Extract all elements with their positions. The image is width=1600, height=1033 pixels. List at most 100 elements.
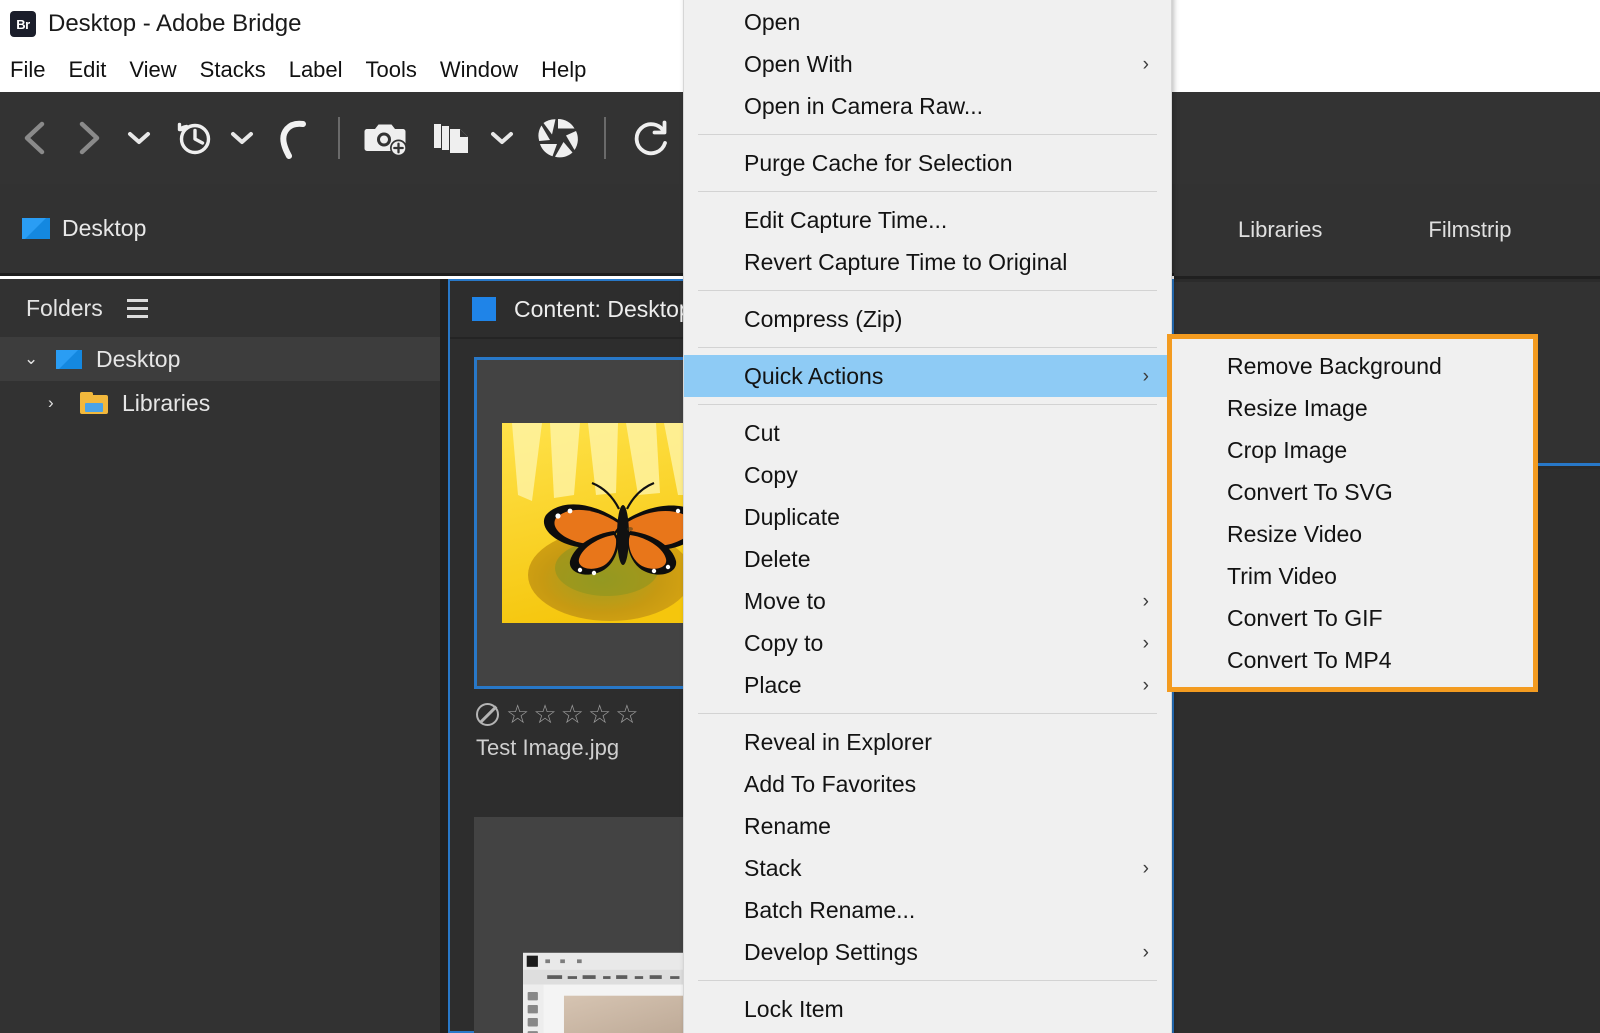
chevron-right-icon[interactable]: › bbox=[48, 393, 72, 413]
menu-separator bbox=[698, 980, 1157, 981]
chevron-down-icon[interactable]: ⌄ bbox=[24, 349, 48, 369]
menu-item-copy[interactable]: Copy bbox=[684, 454, 1171, 496]
desktop-icon bbox=[22, 218, 50, 239]
menu-item-label: Reveal in Explorer bbox=[744, 728, 932, 755]
folder-tree-item-libraries[interactable]: › Libraries bbox=[0, 381, 440, 425]
folders-panel-header: Folders bbox=[0, 279, 440, 337]
menu-item-reveal-in-explorer[interactable]: Reveal in Explorer bbox=[684, 721, 1171, 763]
submenu-item-convert-to-mp4[interactable]: Convert To MP4 bbox=[1172, 639, 1533, 681]
menu-item-open-in-camera-raw[interactable]: Open in Camera Raw... bbox=[684, 85, 1171, 127]
menu-item-label: Move to bbox=[744, 587, 826, 614]
menu-item-add-to-favorites[interactable]: Add To Favorites bbox=[684, 763, 1171, 805]
context-menu: Open Open With › Open in Camera Raw... P… bbox=[683, 0, 1172, 1033]
menu-item-edit-capture-time[interactable]: Edit Capture Time... bbox=[684, 199, 1171, 241]
hamburger-menu-icon[interactable] bbox=[126, 298, 148, 318]
adobe-bridge-logo-icon: Br bbox=[10, 11, 36, 37]
tab-filmstrip[interactable]: Filmstrip bbox=[1418, 217, 1521, 243]
refine-aperture-icon[interactable] bbox=[528, 92, 588, 184]
menu-item-duplicate[interactable]: Duplicate bbox=[684, 496, 1171, 538]
submenu-item-convert-to-svg[interactable]: Convert To SVG bbox=[1172, 471, 1533, 513]
breadcrumb-desktop[interactable]: Desktop bbox=[62, 215, 146, 242]
menu-item-develop-settings[interactable]: Develop Settings › bbox=[684, 931, 1171, 973]
menu-separator bbox=[698, 404, 1157, 405]
menu-item-quick-actions[interactable]: Quick Actions › bbox=[684, 355, 1171, 397]
open-in-photoshop-icon[interactable] bbox=[424, 92, 480, 184]
submenu-item-trim-video[interactable]: Trim Video bbox=[1172, 555, 1533, 597]
menu-item-label: Develop Settings bbox=[744, 938, 918, 965]
menu-item-label: Purge Cache for Selection bbox=[744, 149, 1013, 176]
recent-history-clock-icon[interactable] bbox=[168, 92, 220, 184]
menu-item-open[interactable]: Open bbox=[684, 1, 1171, 43]
folder-tree-item-desktop[interactable]: ⌄ Desktop bbox=[0, 337, 440, 381]
star-icon[interactable]: ☆ bbox=[588, 701, 611, 727]
menu-item-copy-to[interactable]: Copy to › bbox=[684, 622, 1171, 664]
menubar-item-stacks[interactable]: Stacks bbox=[200, 55, 279, 85]
menu-item-label: Place bbox=[744, 671, 802, 698]
quick-actions-submenu: Remove Background Resize Image Crop Imag… bbox=[1167, 334, 1538, 692]
menu-item-move-to[interactable]: Move to › bbox=[684, 580, 1171, 622]
star-icon[interactable]: ☆ bbox=[506, 701, 529, 727]
menu-item-label: Open With bbox=[744, 50, 853, 77]
menubar-item-help[interactable]: Help bbox=[541, 55, 599, 85]
menu-item-place[interactable]: Place › bbox=[684, 664, 1171, 706]
menu-item-open-with[interactable]: Open With › bbox=[684, 43, 1171, 85]
menubar-item-tools[interactable]: Tools bbox=[366, 55, 430, 85]
submenu-item-resize-image[interactable]: Resize Image bbox=[1172, 387, 1533, 429]
submenu-item-crop-image[interactable]: Crop Image bbox=[1172, 429, 1533, 471]
menu-item-label: Edit Capture Time... bbox=[744, 206, 948, 233]
submenu-item-convert-to-gif[interactable]: Convert To GIF bbox=[1172, 597, 1533, 639]
chevron-down-icon[interactable] bbox=[220, 92, 264, 184]
menu-item-purge-cache-for-selection[interactable]: Purge Cache for Selection bbox=[684, 142, 1171, 184]
menu-item-label: Copy to bbox=[744, 629, 824, 656]
get-photos-from-camera-icon[interactable] bbox=[356, 92, 418, 184]
chevron-down-icon[interactable] bbox=[116, 92, 162, 184]
menu-item-label: Revert Capture Time to Original bbox=[744, 248, 1068, 275]
chevron-down-icon[interactable] bbox=[480, 92, 524, 184]
content-panel-tab-label[interactable]: Content: Desktop bbox=[514, 296, 692, 323]
menu-item-label: Stack bbox=[744, 854, 802, 881]
submenu-item-remove-background[interactable]: Remove Background bbox=[1172, 345, 1533, 387]
content-tab-icon bbox=[472, 297, 496, 321]
submenu-item-label: Trim Video bbox=[1227, 562, 1337, 589]
back-arrow-icon[interactable] bbox=[8, 92, 62, 184]
menubar-item-view[interactable]: View bbox=[129, 55, 189, 85]
menu-separator bbox=[698, 191, 1157, 192]
menubar-item-edit[interactable]: Edit bbox=[68, 55, 119, 85]
menubar-item-file[interactable]: File bbox=[10, 55, 58, 85]
menubar-item-window[interactable]: Window bbox=[440, 55, 531, 85]
menu-item-batch-rename[interactable]: Batch Rename... bbox=[684, 889, 1171, 931]
submenu-item-label: Convert To SVG bbox=[1227, 478, 1393, 505]
submenu-item-resize-video[interactable]: Resize Video bbox=[1172, 513, 1533, 555]
toolbar-separator bbox=[338, 117, 340, 159]
toolbar-separator bbox=[604, 117, 606, 159]
menu-item-label: Compress (Zip) bbox=[744, 305, 903, 332]
menu-separator bbox=[698, 134, 1157, 135]
menu-item-lock-item[interactable]: Lock Item bbox=[684, 988, 1171, 1030]
menu-item-stack[interactable]: Stack › bbox=[684, 847, 1171, 889]
menu-item-label: Lock Item bbox=[744, 995, 844, 1022]
star-icon[interactable]: ☆ bbox=[561, 701, 584, 727]
forward-arrow-icon[interactable] bbox=[62, 92, 116, 184]
boomerang-icon[interactable] bbox=[264, 92, 322, 184]
menu-item-label: Quick Actions bbox=[744, 362, 884, 389]
rotate-counterclockwise-icon[interactable] bbox=[622, 92, 684, 184]
menu-item-label: Open in Camera Raw... bbox=[744, 92, 984, 119]
menu-item-compress-zip[interactable]: Compress (Zip) bbox=[684, 298, 1171, 340]
adobe-bridge-window: Br Desktop - Adobe Bridge File Edit View… bbox=[0, 0, 1600, 1033]
menu-item-cut[interactable]: Cut bbox=[684, 412, 1171, 454]
star-icon[interactable]: ☆ bbox=[615, 701, 638, 727]
reject-no-entry-icon[interactable] bbox=[476, 702, 499, 726]
menu-item-delete[interactable]: Delete bbox=[684, 538, 1171, 580]
submenu-item-label: Resize Video bbox=[1227, 520, 1363, 547]
chevron-right-icon: › bbox=[1142, 590, 1149, 612]
menu-item-revert-capture-time-to-original[interactable]: Revert Capture Time to Original bbox=[684, 241, 1171, 283]
menu-item-rename[interactable]: Rename bbox=[684, 805, 1171, 847]
star-icon[interactable]: ☆ bbox=[533, 701, 556, 727]
chevron-right-icon: › bbox=[1142, 857, 1149, 879]
menu-item-label: Duplicate bbox=[744, 503, 840, 530]
submenu-item-label: Remove Background bbox=[1227, 352, 1442, 379]
submenu-item-label: Convert To GIF bbox=[1227, 604, 1383, 631]
panel-splitter[interactable] bbox=[440, 279, 448, 1033]
menubar-item-label[interactable]: Label bbox=[289, 55, 356, 85]
tab-libraries[interactable]: Libraries bbox=[1228, 217, 1332, 243]
